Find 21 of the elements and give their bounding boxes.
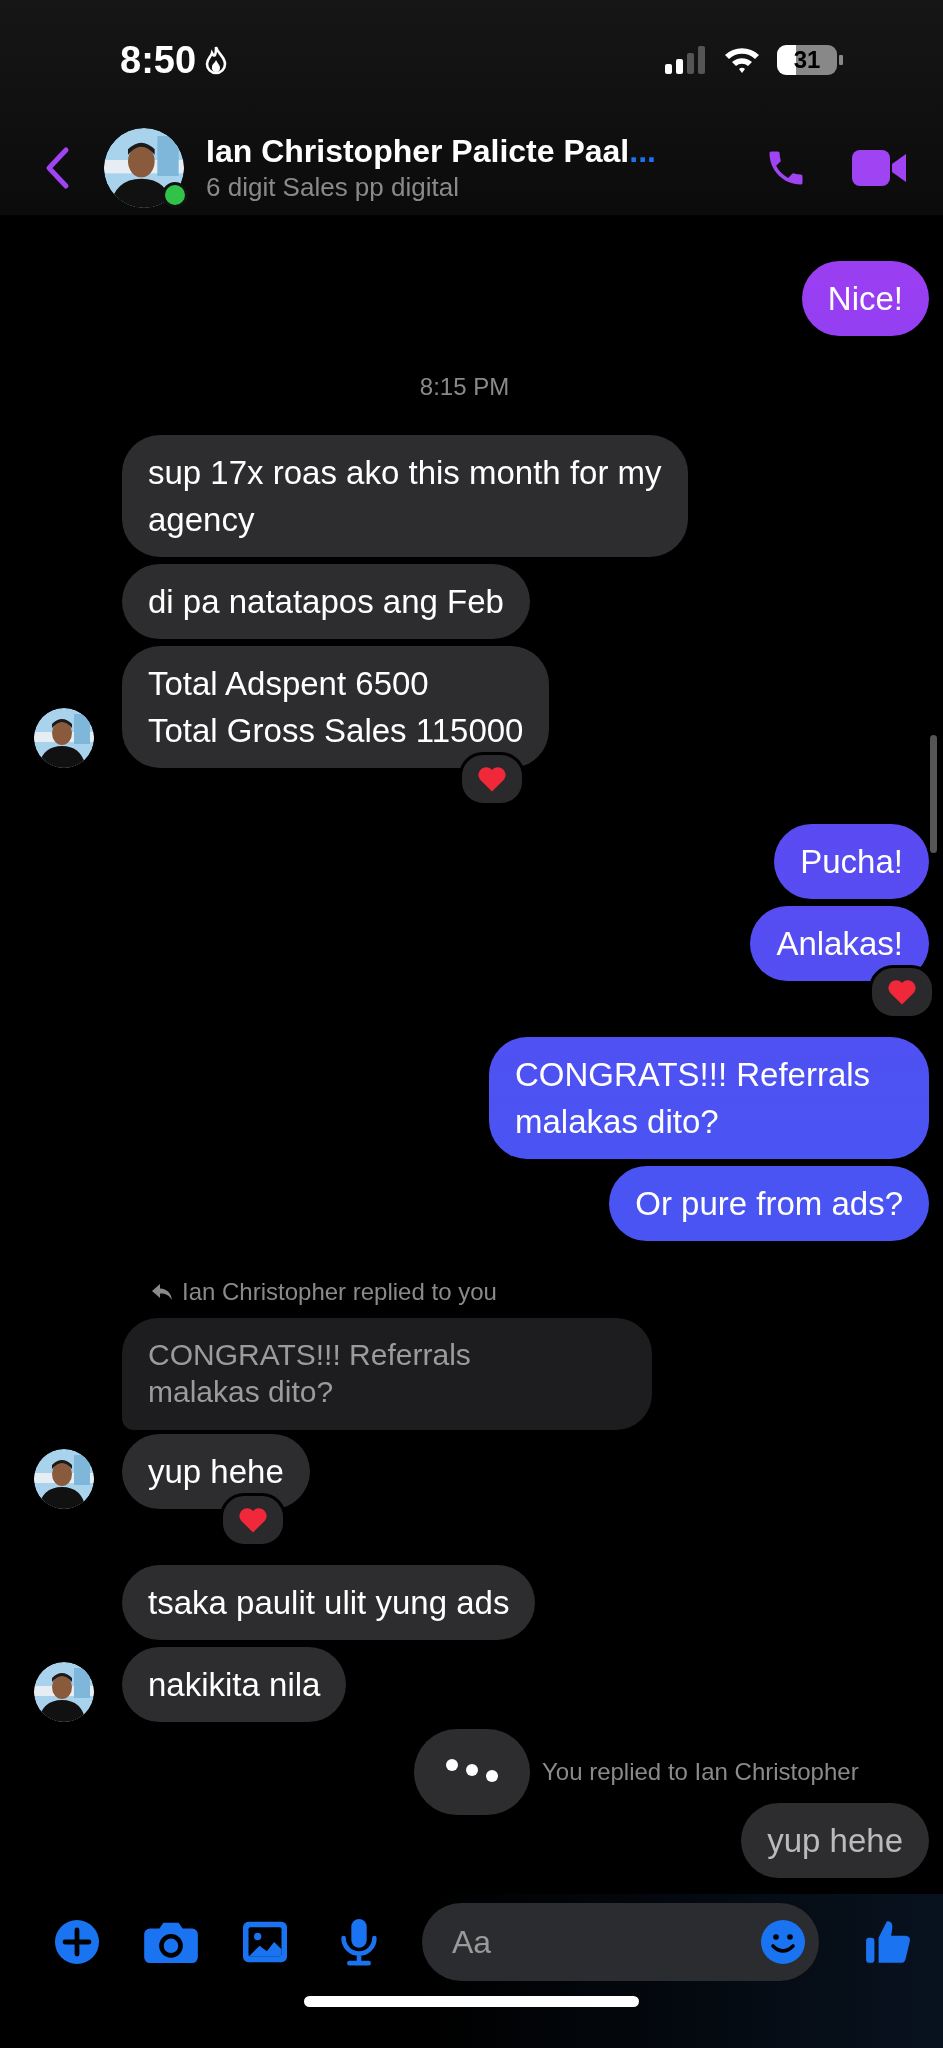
message-bubble[interactable]: yup hehe — [741, 1803, 929, 1878]
message-bubble[interactable]: di pa natatapos ang Feb — [122, 564, 530, 639]
reply-note: You replied to Ian Christopher — [542, 1758, 859, 1786]
ellipsis: ... — [629, 132, 656, 170]
message-bubble[interactable]: tsaka paulit ulit yung ads — [122, 1565, 536, 1640]
status-time: 8:50 — [120, 38, 197, 82]
message-bubble[interactable]: Pucha! — [774, 824, 929, 899]
message-bubble[interactable]: yup hehe — [122, 1434, 310, 1509]
message-bubble[interactable]: CONGRATS!!! Referrals malakas dito? — [489, 1037, 929, 1159]
message-bubble[interactable]: sup 17x roas ako this month for my agency — [122, 435, 688, 557]
quoted-message[interactable]: CONGRATS!!! Referrals malakas dito? — [122, 1318, 652, 1430]
message-bubble[interactable]: Anlakas! — [750, 906, 929, 981]
timestamp: 8:15 PM — [419, 373, 510, 401]
message-field[interactable]: Aa — [422, 1903, 819, 1981]
message-bubble[interactable]: Nice! — [801, 261, 929, 336]
message-bubble[interactable]: Total Adspent 6500 Total Gross Sales 115000 — [122, 646, 550, 768]
message-bubble[interactable]: nakikita nila — [122, 1647, 347, 1722]
reply-note: Ian Christopher replied to you — [182, 1278, 497, 1306]
message-bubble[interactable]: Or pure from ads? — [609, 1166, 929, 1241]
contact-name[interactable]: Ian Christopher Palicte Paal — [206, 132, 630, 170]
contact-subtitle: 6 digit Sales pp digital — [206, 171, 460, 203]
